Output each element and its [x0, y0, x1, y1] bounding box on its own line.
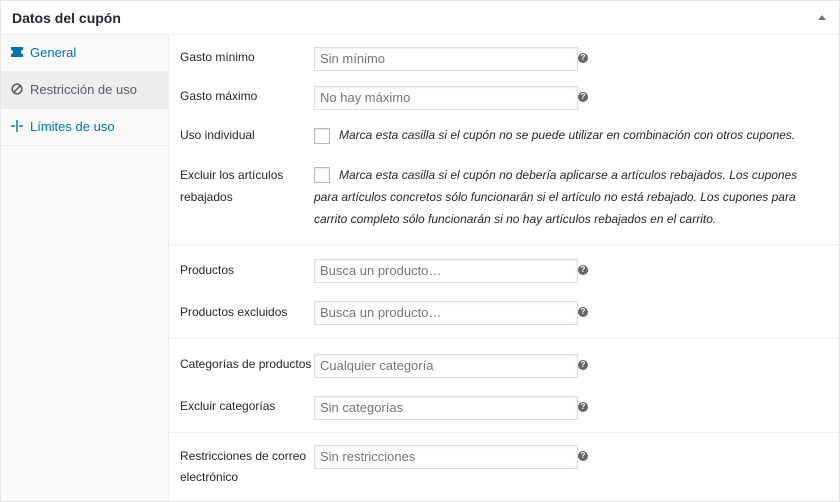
exclude-sale-items-checkbox[interactable] [314, 167, 330, 183]
products-label: Productos [180, 263, 235, 277]
tab-general[interactable]: General [1, 35, 168, 72]
exclude-products-label: Productos excluidos [180, 305, 288, 319]
exclude-sale-items-label-2: rebajados [180, 190, 233, 204]
tab-usage-restriction-label: Restricción de uso [30, 82, 137, 97]
individual-use-checkbox[interactable] [314, 128, 330, 144]
minimum-spend-label: Gasto mínimo [180, 50, 255, 64]
box-title: Datos del cupón [12, 10, 121, 26]
individual-use-label: Uso individual [180, 128, 255, 142]
exclude-categories-input[interactable] [314, 396, 578, 420]
minimum-spend-input[interactable] [314, 47, 578, 71]
product-categories-input[interactable] [314, 354, 578, 378]
products-search-input[interactable] [314, 259, 578, 283]
exclude-products-search-input[interactable] [314, 301, 578, 325]
products-group: Productos ? Productos excluidos ? [169, 245, 839, 339]
help-tip-icon[interactable]: ? [578, 53, 588, 63]
product-categories-label: Categorías de productos [180, 357, 312, 371]
spend-group: Gasto mínimo ? Gasto máximo ? Uso indivi… [169, 35, 839, 245]
tab-usage-limits-label: Límites de uso [30, 119, 115, 134]
maximum-spend-label: Gasto máximo [180, 89, 258, 103]
help-tip-icon[interactable]: ? [578, 265, 588, 275]
exclude-sale-items-label: Excluir los artículos [180, 168, 284, 182]
collapse-arrow-icon[interactable] [818, 15, 826, 20]
help-tip-icon[interactable]: ? [578, 402, 588, 412]
help-tip-icon[interactable]: ? [578, 92, 588, 102]
coupon-data-box: Datos del cupón General Restricción de u… [0, 0, 840, 502]
tab-usage-limits[interactable]: Límites de uso [1, 109, 168, 146]
email-restrictions-label: Restricciones de correo [180, 449, 307, 463]
tab-general-label: General [30, 45, 77, 60]
help-tip-icon[interactable]: ? [578, 451, 588, 461]
limits-icon [11, 120, 23, 132]
box-header[interactable]: Datos del cupón [1, 1, 839, 35]
block-icon [11, 83, 23, 95]
coupon-tabs: General Restricción de uso Límites de us… [1, 35, 169, 501]
categories-group: Categorías de productos ? Excluir catego… [169, 339, 839, 433]
exclude-sale-items-description-2: para artículos concretos sólo funcionará… [314, 190, 796, 204]
help-tip-icon[interactable]: ? [578, 360, 588, 370]
individual-use-description: Marca esta casilla si el cupón no se pue… [339, 128, 796, 142]
email-restrictions-input[interactable] [314, 445, 578, 469]
exclude-categories-label: Excluir categorías [180, 399, 276, 413]
email-restrictions-label-2: electrónico [180, 470, 239, 484]
ticket-icon [11, 47, 23, 57]
tab-usage-restriction[interactable]: Restricción de uso [1, 72, 168, 109]
email-group: Restricciones de correo electrónico ? [169, 433, 839, 501]
help-tip-icon[interactable]: ? [578, 307, 588, 317]
usage-restriction-panel: Gasto mínimo ? Gasto máximo ? Uso indivi… [169, 35, 839, 501]
maximum-spend-input[interactable] [314, 86, 578, 110]
exclude-sale-items-description-3: carrito completo sólo funcionarán si no … [314, 212, 717, 226]
exclude-sale-items-description: Marca esta casilla si el cupón no deberí… [339, 168, 798, 182]
